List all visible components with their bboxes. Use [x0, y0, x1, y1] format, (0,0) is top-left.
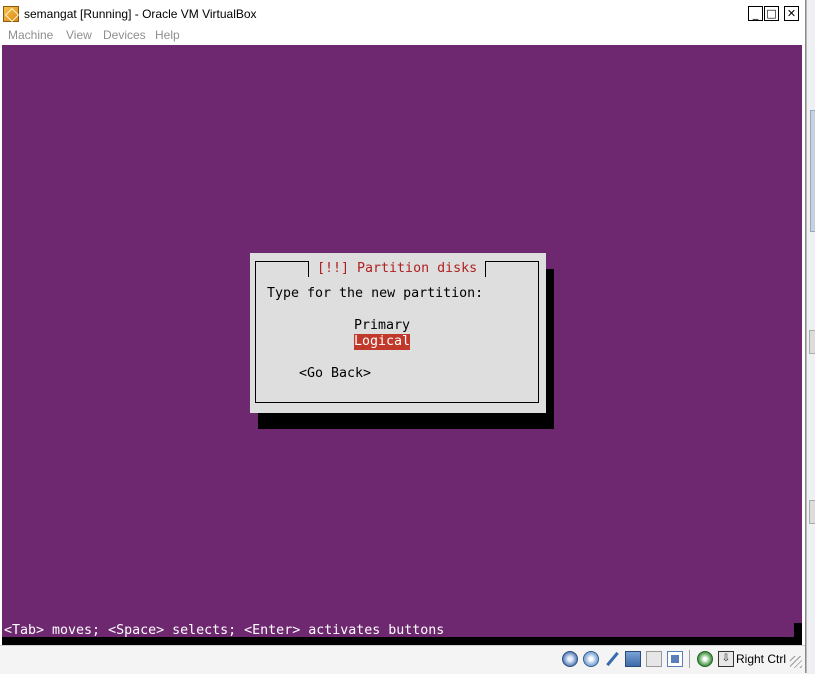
host-key-icon[interactable]: ⇩	[718, 651, 734, 667]
dialog-prompt: Type for the new partition:	[267, 286, 484, 301]
edge-block	[809, 500, 815, 524]
vm-display[interactable]: [!!] Partition disks Type for the new pa…	[2, 45, 802, 645]
host-key-label: Right Ctrl	[736, 652, 787, 666]
status-divider	[689, 650, 690, 668]
maximize-button[interactable]: □	[764, 6, 779, 21]
usb-icon[interactable]	[604, 651, 620, 667]
optical-drive-icon[interactable]	[583, 651, 599, 667]
virtualbox-window: semangat [Running] - Oracle VM VirtualBo…	[0, 0, 806, 674]
resize-grip[interactable]	[790, 656, 802, 668]
hard-disk-icon[interactable]	[562, 651, 578, 667]
display-icon[interactable]	[667, 651, 683, 667]
partition-dialog: [!!] Partition disks Type for the new pa…	[250, 253, 546, 413]
close-button[interactable]: ✕	[784, 6, 799, 21]
menu-help[interactable]: Help	[155, 28, 180, 42]
console-bottom-strip	[2, 637, 802, 645]
option-primary[interactable]: Primary	[354, 318, 410, 334]
title-bar[interactable]: semangat [Running] - Oracle VM VirtualBo…	[0, 0, 805, 26]
status-bar: ⇩ Right Ctrl	[0, 645, 805, 674]
network-icon[interactable]	[625, 651, 641, 667]
menu-view[interactable]: View	[66, 28, 92, 42]
mouse-capture-icon[interactable]	[697, 651, 713, 667]
minimize-button[interactable]: _	[748, 6, 763, 21]
shared-folders-icon[interactable]	[646, 651, 662, 667]
go-back-button[interactable]: <Go Back>	[299, 366, 371, 381]
window-title: semangat [Running] - Oracle VM VirtualBo…	[24, 7, 257, 21]
background-window-edge	[806, 0, 815, 673]
menu-bar: Machine View Devices Help	[0, 26, 805, 45]
option-logical[interactable]: Logical	[354, 334, 411, 350]
menu-machine[interactable]: Machine	[8, 28, 53, 42]
virtualbox-app-icon[interactable]	[3, 6, 19, 22]
dialog-title: [!!] Partition disks	[308, 261, 487, 277]
keyboard-help-line: <Tab> moves; <Space> selects; <Enter> ac…	[4, 623, 445, 638]
edge-block	[809, 330, 815, 354]
menu-devices[interactable]: Devices	[103, 28, 146, 42]
edge-scrollbar	[810, 110, 815, 232]
